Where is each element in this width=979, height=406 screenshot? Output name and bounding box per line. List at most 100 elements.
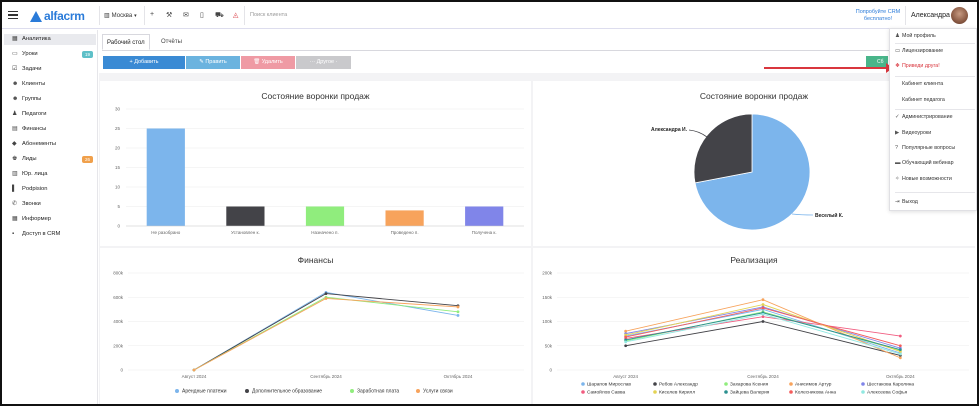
lock-icon: ▪ — [12, 231, 15, 237]
dropdown-item-label: Приведи друга! — [902, 63, 940, 69]
legend-label: Алексеева Софья — [867, 390, 908, 396]
legend-label: Анисимов Артур — [795, 382, 832, 388]
y-tick-label: 800k — [113, 271, 124, 276]
phone-icon: ✆ — [12, 201, 18, 207]
delete-button[interactable]: 🗑 Удалить — [241, 56, 295, 69]
dropdown-item-label: Обучающий вебинар — [902, 160, 954, 166]
tabs-underline — [102, 50, 892, 51]
legend-marker — [350, 389, 354, 393]
legend-marker — [861, 390, 865, 394]
count-badge: 26 — [81, 156, 93, 163]
divider — [144, 6, 145, 25]
sidebar-item[interactable]: ☑ Задачи — [4, 64, 96, 75]
other-button[interactable]: ··· Другое · — [296, 56, 351, 69]
sidebar-item-label: Клиенты — [22, 81, 46, 87]
dropdown-item[interactable]: ▭ Лицензирование — [890, 48, 976, 54]
sidebar-item[interactable]: ◆ Абонементы — [4, 139, 96, 150]
y-tick-label: 20 — [115, 146, 121, 151]
sidebar-item[interactable]: ♟ Педагоги — [4, 109, 96, 120]
wrench-icon[interactable]: ⚒ — [166, 11, 172, 19]
promo-link[interactable]: Попробуйте CRM бесплатно! — [854, 9, 902, 22]
sidebar-item[interactable]: ▤ Финансы — [4, 124, 96, 135]
sidebar-item[interactable]: ▪ Доступ в CRM — [4, 229, 96, 240]
bar — [465, 206, 504, 226]
y-tick-label: 50k — [545, 343, 553, 348]
series-point — [192, 368, 196, 372]
series-point — [324, 297, 328, 300]
sidebar-item[interactable]: ☻ Группы — [4, 94, 96, 105]
sidebar-item-label: Podpision — [22, 186, 48, 192]
label-connector — [791, 213, 814, 216]
user-name[interactable]: Александра — [911, 12, 950, 19]
sales-line-chart: 0 50k 100k 150k 200k Август 2024 Сентябрь 2024… — [542, 271, 969, 396]
bar — [146, 128, 185, 226]
dropdown-item[interactable]: ✧ Новые возможности — [890, 176, 976, 182]
series-point — [624, 329, 628, 333]
dropdown-divider — [895, 76, 975, 77]
legend-marker — [581, 390, 585, 394]
app-frame: alfacrm ▥ Москва ▾ + ⚒ ✉ ▯ ⛟ ◬ Поиск кли… — [0, 0, 979, 406]
search-input[interactable]: Поиск клиента — [250, 12, 287, 18]
x-tick-label: Август 2024 — [613, 374, 638, 379]
series-point — [761, 306, 765, 310]
dropdown-item[interactable]: Кабинет клиента — [890, 81, 976, 87]
series-point — [898, 344, 902, 348]
sidebar-item-label: Аналитика — [22, 36, 51, 42]
series-point — [624, 335, 628, 339]
avatar[interactable] — [951, 7, 968, 24]
tab-reports[interactable]: Отчёты — [157, 34, 186, 50]
mail-icon[interactable]: ✉ — [183, 11, 189, 19]
series-point — [456, 305, 460, 309]
group-icon: ☻ — [12, 96, 19, 102]
sidebar-item[interactable]: ▦ Информер — [4, 214, 96, 225]
y-tick-label: 0 — [549, 368, 552, 373]
dropdown-item-label: Кабинет клиента — [902, 81, 944, 87]
sidebar-item[interactable]: ☻ Клиенты — [4, 79, 96, 90]
y-tick-label: 150k — [542, 295, 553, 300]
sidebar-item[interactable]: ✆ Звонки — [4, 199, 96, 210]
dropdown-item[interactable]: ▬ Обучающий вебинар — [890, 160, 976, 166]
cart-icon[interactable]: ⛟ — [215, 11, 224, 20]
pie-slice — [693, 113, 753, 184]
video-icon: ▶ — [895, 130, 900, 136]
logo[interactable]: alfacrm — [30, 9, 85, 23]
edit-button[interactable]: ✎ Править — [186, 56, 240, 69]
y-tick-label: 200k — [113, 343, 124, 348]
bell-icon[interactable]: ◬ — [233, 11, 238, 19]
dropdown-item[interactable]: ⇥ Выход — [890, 199, 976, 205]
menu-icon[interactable] — [8, 11, 18, 20]
series-point — [456, 310, 460, 314]
bar — [305, 206, 345, 226]
screen-icon: ▭ — [12, 51, 18, 57]
dropdown-item[interactable]: ✓ Администрирование — [890, 114, 976, 120]
series-line — [625, 316, 901, 339]
phone-icon[interactable]: ▯ — [200, 11, 204, 19]
x-tick-label: Назначено п. — [311, 230, 338, 235]
sidebar-item-label: Педагоги — [22, 111, 47, 117]
dropdown-item[interactable]: ❖ Приведи друга! — [890, 63, 976, 69]
y-tick-label: 25 — [115, 126, 121, 131]
sidebar-item[interactable]: ♚ Лиды 26 — [4, 154, 96, 165]
sidebar-item[interactable]: ▥ Юр. лица — [4, 169, 96, 180]
plus-icon[interactable]: + — [150, 11, 154, 18]
dropdown-divider — [895, 109, 975, 110]
x-tick-label: Август 2024 — [182, 374, 207, 379]
sidebar-item[interactable]: ▌ Podpision — [4, 184, 96, 195]
dropdown-item[interactable]: ▶ Видеоуроки — [890, 130, 976, 136]
dropdown-item[interactable]: ? Популярные вопросы — [890, 145, 976, 151]
divider — [244, 6, 245, 25]
add-button[interactable]: + Добавить — [103, 56, 185, 69]
sidebar-item[interactable]: ▦ Аналитика — [4, 34, 96, 45]
legend-marker — [653, 390, 657, 394]
city-selector[interactable]: ▥ Москва ▾ — [104, 12, 137, 20]
legend-label: Услуги связи — [423, 389, 453, 395]
dropdown-item[interactable]: Кабинет педагога — [890, 97, 976, 103]
dropdown-item[interactable]: ♟ Мой профиль — [890, 33, 976, 39]
finance-line-chart: 0 200k 400k 600k 800k Август 2024 Сентябрь 202… — [113, 271, 524, 395]
sidebar-item[interactable]: ▭ Уроки 19 — [4, 49, 96, 60]
series-point — [456, 314, 460, 317]
legend-marker — [861, 382, 865, 386]
tab-desktop[interactable]: Рабочий стол — [102, 34, 150, 50]
y-tick-label: 600k — [113, 295, 124, 300]
teacher-icon: ♟ — [12, 111, 18, 117]
